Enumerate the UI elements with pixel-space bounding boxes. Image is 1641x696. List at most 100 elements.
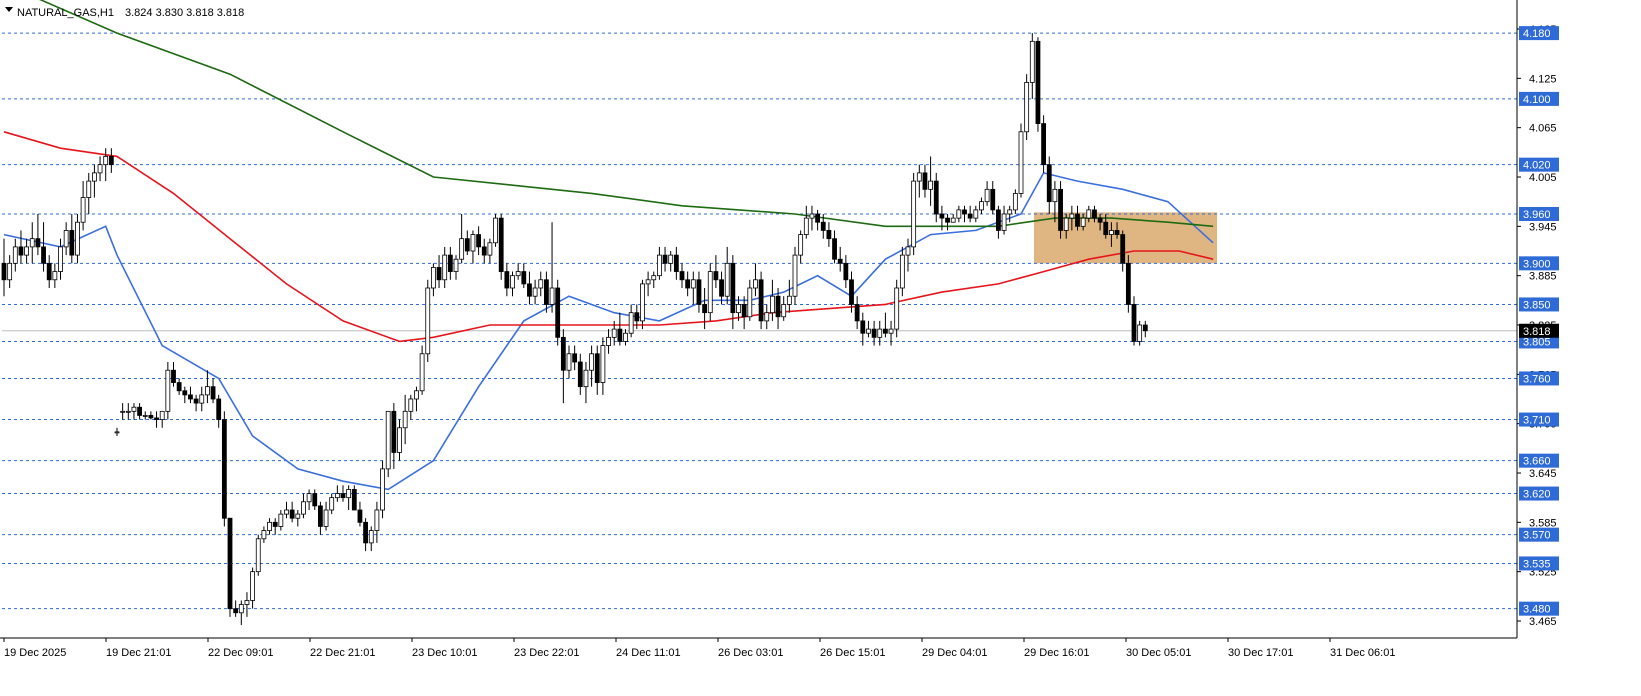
- bear-candle-body: [832, 238, 837, 260]
- candle[interactable]: [380, 460, 385, 519]
- bear-candle-body: [741, 304, 747, 318]
- bull-candle-body: [566, 353, 572, 371]
- bear-candle-body: [826, 230, 832, 240]
- bear-candle-body: [521, 271, 527, 285]
- bull-candle-body: [142, 415, 148, 417]
- x-tick-label: 29 Dec 04:01: [922, 647, 987, 659]
- x-tick-label: 30 Dec 05:01: [1126, 647, 1191, 659]
- bear-candle-body: [221, 419, 227, 519]
- bear-candle-body: [1103, 221, 1109, 235]
- bear-candle-body: [193, 398, 199, 404]
- bull-candle-body: [916, 172, 922, 182]
- bear-candle-body: [713, 271, 719, 281]
- candle[interactable]: [1035, 37, 1041, 132]
- bear-candle-body: [871, 328, 877, 338]
- candle[interactable]: [498, 214, 504, 280]
- level-price-label: 3.535: [1523, 558, 1551, 570]
- bear-candle-body: [1041, 123, 1046, 166]
- bear-candle-body: [883, 328, 888, 334]
- candle[interactable]: [792, 246, 798, 305]
- candle[interactable]: [1024, 74, 1030, 140]
- level-price-label: 3.570: [1523, 530, 1551, 542]
- bear-candle-body: [447, 254, 453, 272]
- candle[interactable]: [385, 410, 391, 478]
- bull-candle-body: [12, 246, 18, 264]
- bull-candle-body: [628, 312, 634, 334]
- bull-candle-body: [623, 332, 628, 342]
- bull-candle-body: [747, 287, 753, 318]
- bull-candle-body: [397, 427, 402, 453]
- bear-candle-body: [820, 221, 826, 231]
- level-price-label: 4.020: [1523, 160, 1551, 172]
- bull-candle-body: [323, 509, 329, 527]
- bull-candle-body: [103, 156, 109, 166]
- x-tick-label: 19 Dec 2025: [4, 647, 66, 659]
- bull-candle-body: [589, 353, 594, 371]
- bear-candle-body: [1092, 209, 1097, 219]
- candle[interactable]: [493, 214, 498, 247]
- bear-candle-body: [351, 489, 357, 511]
- x-tick-label: 22 Dec 09:01: [208, 647, 273, 659]
- bear-candle-body: [272, 521, 278, 527]
- bull-candle-body: [250, 571, 256, 601]
- candle[interactable]: [758, 271, 764, 330]
- candle[interactable]: [1018, 123, 1024, 198]
- bear-candle-body: [775, 295, 781, 318]
- y-tick-label: 3.465: [1529, 616, 1557, 628]
- candle[interactable]: [707, 263, 713, 321]
- bull-candle-body: [385, 410, 391, 470]
- level-price-label: 3.710: [1523, 415, 1551, 427]
- price-chart[interactable]: 4.1854.1254.0654.0053.9453.8853.8253.765…: [0, 0, 1641, 696]
- candle[interactable]: [1041, 115, 1046, 173]
- bear-candle-body: [176, 382, 182, 392]
- bull-candle-body: [368, 530, 374, 544]
- bear-candle-body: [594, 353, 600, 383]
- bull-candle-body: [549, 287, 555, 305]
- bear-candle-body: [498, 217, 504, 272]
- bear-candle-body: [544, 279, 549, 305]
- bull-candle-body: [425, 287, 431, 355]
- candle[interactable]: [255, 534, 261, 576]
- bear-candle-body: [1058, 188, 1063, 231]
- candle[interactable]: [165, 362, 171, 420]
- bull-candle-body: [278, 513, 284, 527]
- candle[interactable]: [894, 279, 900, 338]
- bull-candle-body: [538, 279, 544, 289]
- candle[interactable]: [1125, 255, 1131, 313]
- bull-candle-body: [770, 295, 775, 314]
- candle[interactable]: [555, 279, 561, 346]
- bull-candle-body: [419, 353, 425, 392]
- bull-candle-body: [487, 242, 493, 256]
- bull-candle-body: [408, 398, 414, 412]
- y-tick-label: 3.585: [1529, 517, 1557, 529]
- bear-candle-body: [1046, 164, 1052, 203]
- bear-candle-body: [1097, 217, 1103, 223]
- bear-candle-body: [1142, 324, 1148, 332]
- bull-candle-body: [7, 262, 13, 281]
- level-price-label: 3.760: [1523, 373, 1551, 385]
- bull-candle-body: [866, 328, 871, 334]
- bear-candle-body: [289, 509, 295, 519]
- candle[interactable]: [1058, 181, 1063, 239]
- bear-candle-body: [1131, 304, 1137, 342]
- candle[interactable]: [227, 517, 233, 617]
- bull-candle-body: [374, 509, 380, 531]
- bear-candle-body: [860, 320, 866, 334]
- candle[interactable]: [425, 279, 431, 362]
- bear-candle-body: [227, 517, 233, 610]
- bear-candle-body: [233, 608, 239, 614]
- bull-candle-body: [1052, 188, 1058, 203]
- candle[interactable]: [911, 172, 917, 256]
- candle[interactable]: [221, 411, 227, 527]
- bull-candle-body: [244, 600, 250, 605]
- x-tick-label: 30 Dec 17:01: [1228, 647, 1293, 659]
- bear-candle-body: [1035, 40, 1041, 124]
- bear-candle-body: [730, 262, 736, 314]
- bull-candle-body: [63, 230, 69, 248]
- bear-candle-body: [617, 328, 623, 342]
- bear-candle-body: [962, 209, 967, 215]
- x-tick-label: 26 Dec 15:01: [820, 647, 885, 659]
- bull-candle-body: [690, 279, 696, 289]
- bear-candle-body: [685, 279, 691, 289]
- bull-candle-body: [414, 390, 419, 400]
